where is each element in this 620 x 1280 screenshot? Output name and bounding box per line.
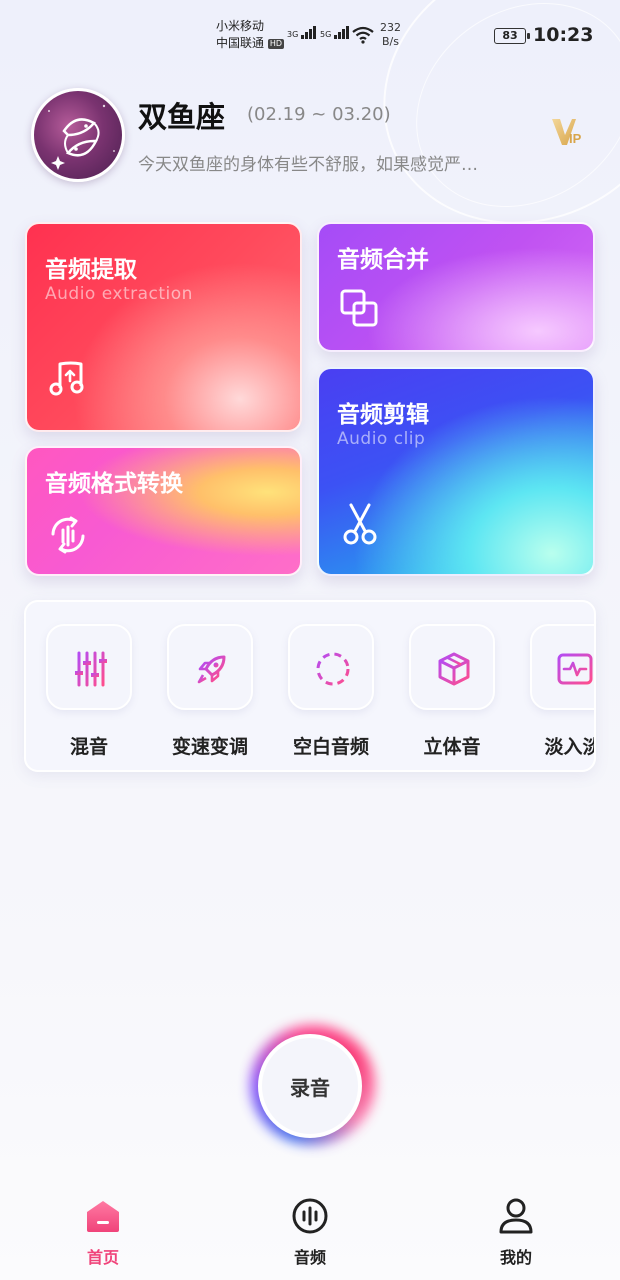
tool-icon-box bbox=[167, 624, 253, 710]
overlap-squares-icon bbox=[340, 289, 378, 327]
record-label: 录音 bbox=[290, 1075, 330, 1100]
tool-label: 淡入淡 bbox=[544, 736, 596, 758]
card-subtitle: Audio clip bbox=[337, 429, 426, 449]
tool-fade[interactable]: 淡入淡 bbox=[523, 624, 596, 759]
status-bar: 小米移动 中国联通 HD 3G 5G 232 B/s 83 10:23 bbox=[0, 18, 620, 58]
nav-audio[interactable]: 音频 bbox=[260, 1180, 360, 1268]
pisces-fish-icon bbox=[48, 104, 115, 170]
carrier-1: 小米移动 bbox=[216, 19, 265, 33]
wifi-icon bbox=[352, 26, 374, 44]
signal-3g-label: 3G bbox=[287, 30, 299, 39]
tool-mixing[interactable]: 混音 bbox=[39, 624, 139, 759]
user-icon bbox=[499, 1198, 533, 1234]
tools-panel[interactable]: 混音 变速变调 空白音频 立体音 淡入淡 bbox=[24, 600, 596, 772]
net-speed-unit: B/s bbox=[382, 35, 399, 48]
nav-label: 我的 bbox=[499, 1248, 532, 1267]
tool-icon-box bbox=[288, 624, 374, 710]
tool-label: 变速变调 bbox=[171, 736, 248, 758]
nav-home[interactable]: 首页 bbox=[53, 1180, 153, 1268]
tool-icon-box bbox=[409, 624, 495, 710]
signal-5g-label: 5G bbox=[320, 30, 332, 39]
pisces-avatar[interactable] bbox=[31, 88, 125, 182]
tool-label: 混音 bbox=[69, 736, 108, 758]
music-file-icon bbox=[49, 361, 84, 396]
sign-name: 双鱼座 bbox=[138, 100, 226, 134]
bottom-nav: 首页 音频 我的 bbox=[0, 1180, 620, 1280]
tool-stereo[interactable]: 立体音 bbox=[402, 624, 502, 759]
sign-dates: (02.19 ~ 03.20) bbox=[247, 104, 391, 125]
convert-wave-icon bbox=[51, 516, 85, 554]
battery-icon: 83 bbox=[494, 28, 530, 44]
card-title: 音频格式转换 bbox=[45, 471, 183, 497]
net-speed-value: 232 bbox=[380, 21, 401, 34]
horoscope-description[interactable]: 今天双鱼座的身体有些不舒服，如果感觉严… bbox=[138, 150, 478, 175]
cube-icon bbox=[438, 652, 470, 686]
audio-clip-card[interactable]: 音频剪辑 Audio clip bbox=[317, 367, 595, 576]
nav-label: 音频 bbox=[293, 1248, 326, 1267]
card-title: 音频合并 bbox=[337, 247, 429, 273]
tool-blank-audio[interactable]: 空白音频 bbox=[281, 624, 381, 759]
card-title: 音频剪辑 bbox=[337, 402, 429, 428]
audio-wave-icon bbox=[292, 1198, 328, 1234]
tool-speed-pitch[interactable]: 变速变调 bbox=[160, 624, 260, 759]
scissors-icon bbox=[343, 503, 377, 545]
nav-mine[interactable]: 我的 bbox=[466, 1180, 566, 1268]
dashed-circle-icon bbox=[316, 652, 350, 686]
audio-merge-card[interactable]: 音频合并 bbox=[317, 222, 595, 352]
vip-badge-icon[interactable]: IP bbox=[550, 115, 586, 149]
tool-label: 立体音 bbox=[423, 736, 481, 758]
carrier-2: 中国联通 bbox=[216, 36, 265, 50]
carrier-info: 小米移动 中国联通 HD bbox=[216, 18, 285, 52]
clock: 10:23 bbox=[533, 24, 594, 46]
home-icon bbox=[87, 1201, 119, 1232]
tool-icon-box bbox=[530, 624, 594, 710]
svg-text:IP: IP bbox=[569, 131, 582, 146]
card-subtitle: Audio extraction bbox=[45, 284, 193, 304]
rocket-icon bbox=[197, 655, 226, 684]
nav-label: 首页 bbox=[86, 1248, 119, 1267]
audio-extraction-card[interactable]: 音频提取 Audio extraction bbox=[25, 222, 302, 432]
tool-icon-box bbox=[46, 624, 132, 710]
card-title: 音频提取 bbox=[45, 257, 137, 283]
mixer-sliders-icon bbox=[75, 651, 107, 687]
net-speed: 232 B/s bbox=[380, 21, 401, 49]
tool-label: 空白音频 bbox=[292, 736, 369, 758]
audio-format-convert-card[interactable]: 音频格式转换 bbox=[25, 446, 302, 576]
record-button[interactable]: 录音 bbox=[258, 1034, 362, 1138]
waveform-box-icon bbox=[557, 653, 593, 685]
signal-5g-icon: 5G bbox=[320, 26, 350, 39]
signal-3g-icon: 3G bbox=[287, 26, 317, 39]
hd-badge: HD bbox=[267, 38, 285, 49]
